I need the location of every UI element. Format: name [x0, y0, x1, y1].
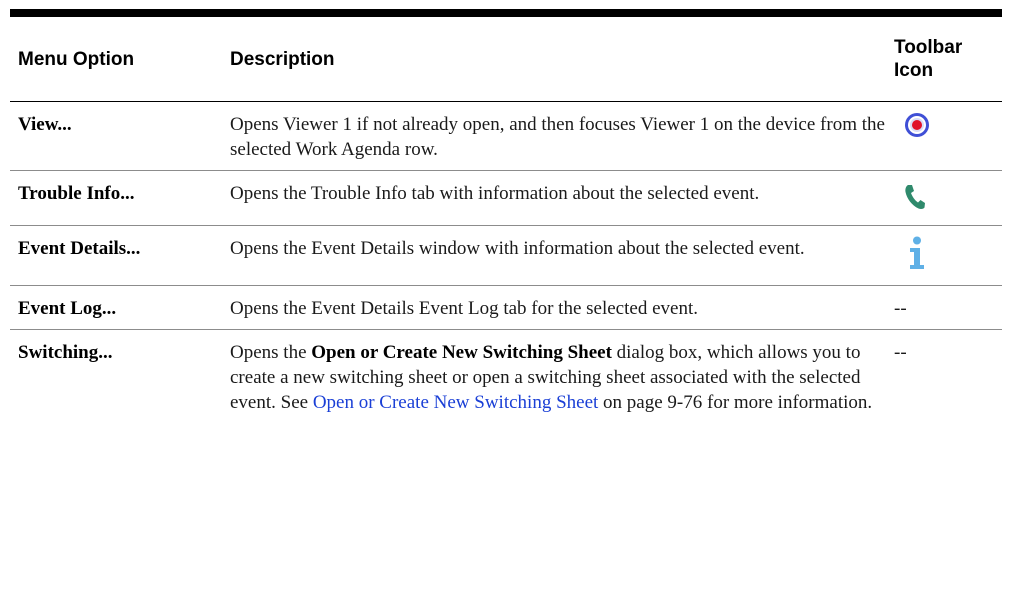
- header-description: Description: [230, 48, 335, 70]
- table-row: Event Log... Opens the Event Details Eve…: [10, 286, 1002, 330]
- open-or-create-switching-sheet-link[interactable]: Open or Create New Switching Sheet: [313, 392, 598, 413]
- toolbar-icon-cell-switching: --: [892, 330, 1002, 424]
- phone-icon: [904, 184, 1002, 217]
- menu-option-switching: Switching...: [18, 342, 113, 363]
- description-switching-part1: Opens the: [230, 342, 312, 363]
- table-row: View... Opens Viewer 1 if not already op…: [10, 102, 1002, 171]
- header-toolbar-icon: Toolbar Icon: [892, 13, 1002, 102]
- description-view: Opens Viewer 1 if not already open, and …: [230, 114, 885, 160]
- header-menu-option: Menu Option: [18, 48, 135, 70]
- menu-option-trouble-info: Trouble Info...: [18, 183, 135, 204]
- header-toolbar-icon-line1: Toolbar: [894, 37, 963, 58]
- description-trouble-info: Opens the Trouble Info tab with informat…: [230, 183, 760, 204]
- dialog-name-bold: Open or Create New Switching Sheet: [311, 342, 612, 363]
- description-switching: Opens the Open or Create New Switching S…: [222, 330, 892, 424]
- no-icon-dash: --: [894, 342, 907, 363]
- table-row: Switching... Opens the Open or Create Ne…: [10, 330, 1002, 424]
- toolbar-icon-cell-trouble-info: [892, 171, 1002, 226]
- toolbar-icon-cell-event-log: --: [892, 286, 1002, 330]
- target-icon: [904, 112, 1002, 145]
- description-event-log: Opens the Event Details Event Log tab fo…: [230, 298, 698, 319]
- description-switching-part3: on page 9-76 for more information.: [598, 392, 873, 413]
- menu-option-view: View...: [18, 114, 72, 135]
- no-icon-dash: --: [894, 298, 907, 319]
- menu-option-event-log: Event Log...: [18, 298, 117, 319]
- header-toolbar-icon-line2: Icon: [894, 60, 934, 81]
- menu-options-table: Menu Option Description Toolbar Icon View…: [10, 9, 1002, 423]
- description-event-details: Opens the Event Details window with info…: [230, 238, 805, 259]
- toolbar-icon-cell-view: [892, 102, 1002, 171]
- table-row: Trouble Info... Opens the Trouble Info t…: [10, 171, 1002, 226]
- info-icon: [908, 236, 1002, 277]
- toolbar-icon-cell-event-details: [892, 226, 1002, 286]
- menu-option-event-details: Event Details...: [18, 238, 141, 259]
- table-header-row: Menu Option Description Toolbar Icon: [10, 13, 1002, 102]
- table-row: Event Details... Opens the Event Details…: [10, 226, 1002, 286]
